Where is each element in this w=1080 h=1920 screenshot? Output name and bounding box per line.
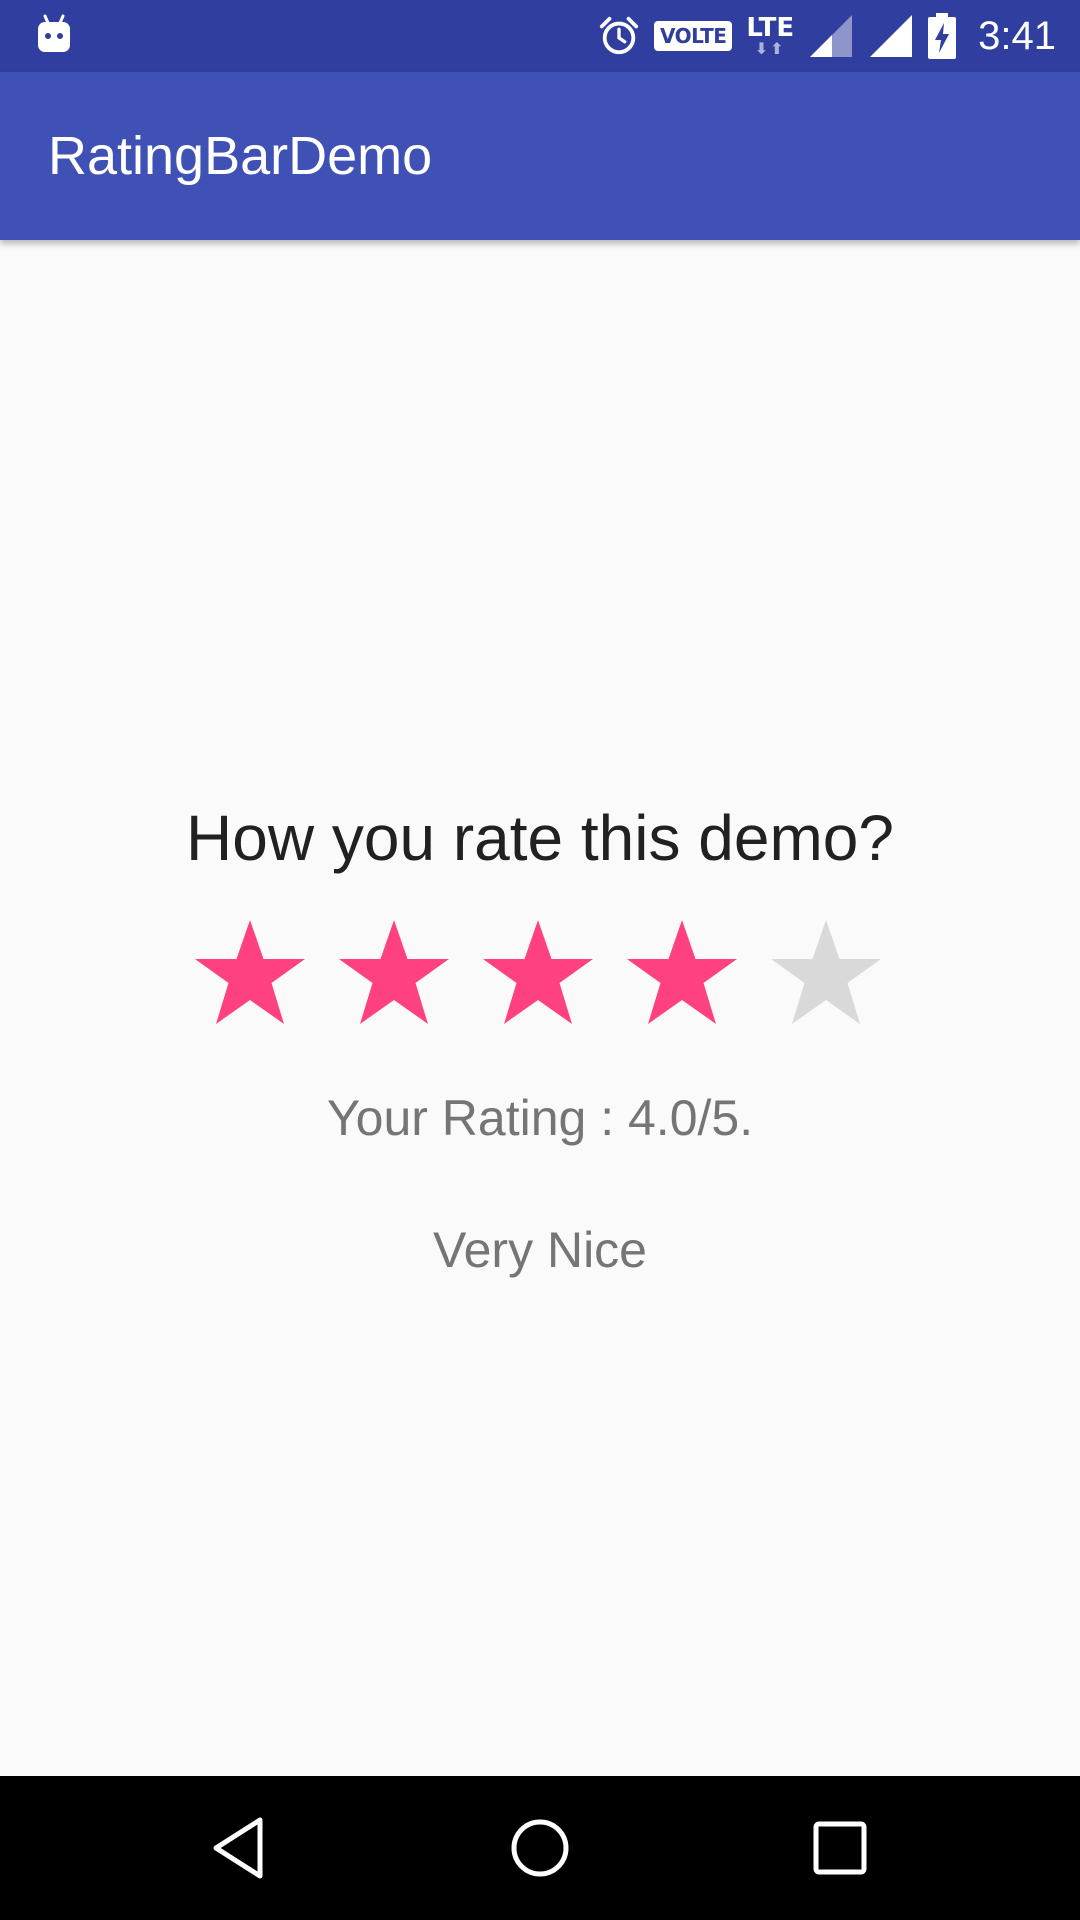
star-icon (627, 920, 737, 1024)
rating-comment-text: Very Nice (433, 1222, 647, 1278)
rating-bar[interactable] (190, 916, 890, 1038)
screen: VOLTE LTE ⬇⬆ 3:41 RatingBarDemo How you … (0, 0, 1080, 1920)
rating-question: How you rate this demo? (186, 802, 894, 874)
lte-label: LTE (746, 13, 795, 43)
status-time: 3:41 (978, 13, 1056, 58)
signal-icon (808, 13, 854, 59)
volte-icon: VOLTE (654, 21, 733, 51)
lte-icon: LTE ⬇⬆ (746, 15, 794, 57)
data-arrows-icon: ⬇⬆ (754, 39, 786, 58)
star-icon (339, 920, 449, 1024)
android-icon (36, 14, 72, 54)
status-bar: VOLTE LTE ⬇⬆ 3:41 (0, 0, 1080, 72)
home-icon (511, 1819, 569, 1877)
home-button[interactable] (500, 1808, 580, 1888)
star-icon (771, 920, 881, 1024)
star-icon (483, 920, 593, 1024)
recents-button[interactable] (800, 1808, 880, 1888)
star-filled[interactable] (190, 916, 310, 1036)
star-filled[interactable] (334, 916, 454, 1036)
alarm-icon (598, 15, 640, 57)
back-button[interactable] (200, 1808, 280, 1888)
star-filled[interactable] (622, 916, 742, 1036)
app-bar: RatingBarDemo (0, 72, 1080, 240)
star-icon (195, 920, 305, 1024)
battery-charging-icon (928, 13, 957, 59)
recents-icon (813, 1821, 867, 1875)
star-filled[interactable] (478, 916, 598, 1036)
star-empty[interactable] (766, 916, 886, 1036)
app-title: RatingBarDemo (48, 126, 433, 186)
navigation-bar (0, 1776, 1080, 1920)
back-icon (213, 1817, 263, 1879)
signal-icon (868, 13, 914, 59)
rating-value-text: Your Rating : 4.0/5. (326, 1090, 754, 1146)
